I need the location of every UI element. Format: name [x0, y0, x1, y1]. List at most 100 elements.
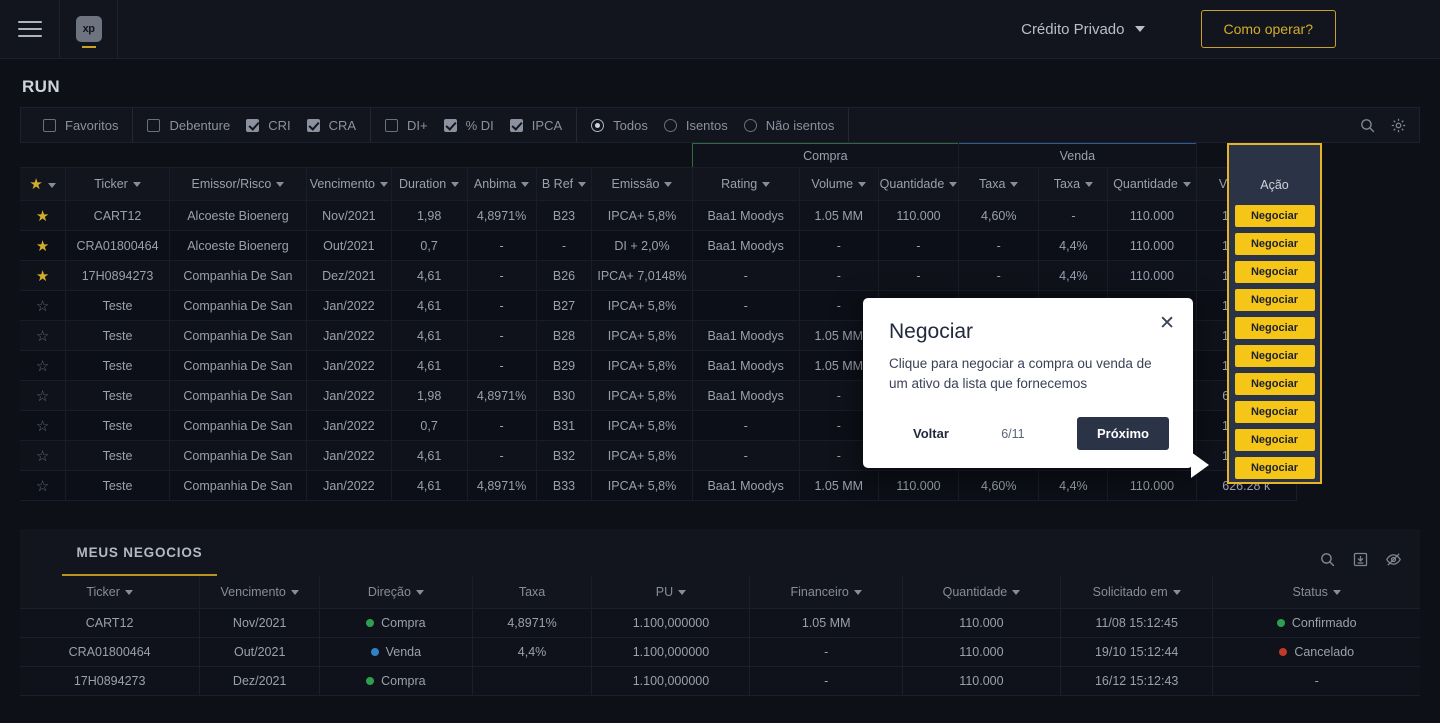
favorite-toggle[interactable]: ☆ [20, 321, 66, 351]
star-icon: ★ [29, 176, 42, 193]
meus-negocios-panel: MEUS NEGOCIOS Ticker Vencimento Direção [20, 529, 1420, 696]
favorite-toggle[interactable]: ☆ [20, 291, 66, 321]
cell-solicitado-em: 16/12 15:12:43 [1060, 666, 1213, 695]
favorite-toggle[interactable]: ☆ [20, 351, 66, 381]
column-header-vencimento[interactable]: Vencimento [307, 168, 392, 201]
filter-isentos[interactable]: Isentos [664, 118, 728, 133]
favorite-toggle[interactable]: ☆ [20, 441, 66, 471]
table-row[interactable]: ★CRA01800464Alcoeste BioenergOut/20210,7… [20, 231, 1297, 261]
cell-ticker: Teste [66, 441, 170, 471]
cell-anbima: - [467, 411, 536, 441]
status-dot-icon [1279, 648, 1287, 656]
cell-emissor: Companhia De San [169, 441, 306, 471]
favorite-toggle[interactable]: ☆ [20, 411, 66, 441]
cell-compra-taxa: 4,60% [959, 471, 1039, 501]
modal-next-button[interactable]: Próximo [1077, 417, 1169, 450]
group-header-compra: Compra [692, 144, 958, 168]
cell-emissao: IPCA+ 5,8% [592, 351, 692, 381]
filter-debenture[interactable]: Debenture [147, 118, 230, 133]
cell-emissor: Companhia De San [169, 261, 306, 291]
table-row[interactable]: CRA01800464Out/2021Venda4,4%1.100,000000… [20, 637, 1420, 666]
table-row[interactable]: ★17H0894273Companhia De SanDez/20214,61-… [20, 261, 1297, 291]
negociar-button[interactable]: Negociar [1235, 261, 1315, 283]
filter-todos-label: Todos [613, 118, 648, 133]
group-header-row: Compra Venda [20, 144, 1297, 168]
negociar-button[interactable]: Negociar [1235, 345, 1315, 367]
column-header-venda-taxa[interactable]: Taxa [1039, 168, 1108, 201]
table-row[interactable]: 17H0894273Dez/2021Compra1.100,000000-110… [20, 666, 1420, 695]
filter-todos[interactable]: Todos [591, 118, 648, 133]
how-to-operate-button[interactable]: Como operar? [1201, 10, 1337, 48]
cell-duration: 4,61 [391, 351, 467, 381]
mn-column-header-vencimento[interactable]: Vencimento [200, 577, 320, 608]
action-cell: Negociar [1229, 342, 1320, 370]
negociar-button[interactable]: Negociar [1235, 373, 1315, 395]
favorite-toggle[interactable]: ☆ [20, 471, 66, 501]
mn-column-header-status[interactable]: Status [1213, 577, 1420, 608]
chevron-down-icon [1135, 26, 1145, 32]
filter-pct-di[interactable]: % DI [444, 118, 494, 133]
negociar-button[interactable]: Negociar [1235, 317, 1315, 339]
column-header-bref[interactable]: B Ref [536, 168, 592, 201]
star-outline-icon: ☆ [36, 298, 49, 315]
mn-column-header-ticker[interactable]: Ticker [20, 577, 200, 608]
filter-nao-isentos[interactable]: Não isentos [744, 118, 835, 133]
negociar-button[interactable]: Negociar [1235, 457, 1315, 479]
column-header-anbima[interactable]: Anbima [467, 168, 536, 201]
cell-compra-volume: 1.05 MM [799, 201, 878, 231]
cell-vencimento: Jan/2022 [307, 321, 392, 351]
negociar-button[interactable]: Negociar [1235, 401, 1315, 423]
eye-off-icon[interactable] [1385, 551, 1402, 568]
column-header-compra-taxa[interactable]: Taxa [959, 168, 1039, 201]
negociar-button[interactable]: Negociar [1235, 289, 1315, 311]
filter-debenture-label: Debenture [169, 118, 230, 133]
cell-emissao: IPCA+ 5,8% [592, 411, 692, 441]
cell-compra-volume: - [799, 261, 878, 291]
favorite-toggle[interactable]: ★ [20, 261, 66, 291]
account-selector[interactable]: Crédito Privado [1021, 21, 1144, 38]
search-icon[interactable] [1359, 117, 1376, 134]
filter-cri[interactable]: CRI [246, 118, 290, 133]
brand-logo[interactable]: xp [59, 0, 118, 59]
column-header-compra-quantidade[interactable]: Quantidade [878, 168, 958, 201]
column-header-favorite[interactable]: ★ [20, 168, 66, 201]
table-row[interactable]: ☆TesteCompanhia De SanJan/20224,614,8971… [20, 471, 1297, 501]
menu-button[interactable] [0, 0, 59, 59]
gear-icon[interactable] [1390, 117, 1407, 134]
favorite-toggle[interactable]: ★ [20, 231, 66, 261]
filter-di-plus[interactable]: DI+ [385, 118, 428, 133]
column-header-duration[interactable]: Duration [391, 168, 467, 201]
negociar-button[interactable]: Negociar [1235, 205, 1315, 227]
cell-compra-volume: - [799, 231, 878, 261]
column-header-rating[interactable]: Rating [692, 168, 799, 201]
table-row[interactable]: CART12Nov/2021Compra4,8971%1.100,0000001… [20, 608, 1420, 637]
column-header-ticker[interactable]: Ticker [66, 168, 170, 201]
modal-step-counter: 6/11 [1001, 427, 1024, 441]
mn-column-header-quantidade[interactable]: Quantidade [902, 577, 1060, 608]
mn-column-header-taxa[interactable]: Taxa [472, 577, 592, 608]
mn-column-header-solicitado[interactable]: Solicitado em [1060, 577, 1213, 608]
mn-column-header-pu[interactable]: PU [592, 577, 750, 608]
search-icon[interactable] [1319, 551, 1336, 568]
cell-compra-volume: 1.05 MM [799, 471, 878, 501]
checkbox-debenture-icon [147, 119, 160, 132]
column-header-emissao[interactable]: Emissão [592, 168, 692, 201]
column-header-venda-quantidade[interactable]: Quantidade [1108, 168, 1196, 201]
table-row[interactable]: ★CART12Alcoeste BioenergNov/20211,984,89… [20, 201, 1297, 231]
column-header-emissor[interactable]: Emissor/Risco [169, 168, 306, 201]
filter-ipca[interactable]: IPCA [510, 118, 562, 133]
close-icon[interactable]: ✕ [1159, 314, 1175, 333]
mn-column-header-direcao[interactable]: Direção [320, 577, 473, 608]
modal-back-button[interactable]: Voltar [913, 426, 949, 441]
column-header-compra-volume[interactable]: Volume [799, 168, 878, 201]
filter-favoritos[interactable]: Favoritos [43, 118, 118, 133]
filter-cra[interactable]: CRA [307, 118, 356, 133]
favorite-toggle[interactable]: ★ [20, 201, 66, 231]
action-cell: Negociar [1229, 454, 1320, 482]
cell-taxa [472, 666, 592, 695]
negociar-button[interactable]: Negociar [1235, 429, 1315, 451]
favorite-toggle[interactable]: ☆ [20, 381, 66, 411]
download-icon[interactable] [1352, 551, 1369, 568]
mn-column-header-financeiro[interactable]: Financeiro [750, 577, 903, 608]
negociar-button[interactable]: Negociar [1235, 233, 1315, 255]
